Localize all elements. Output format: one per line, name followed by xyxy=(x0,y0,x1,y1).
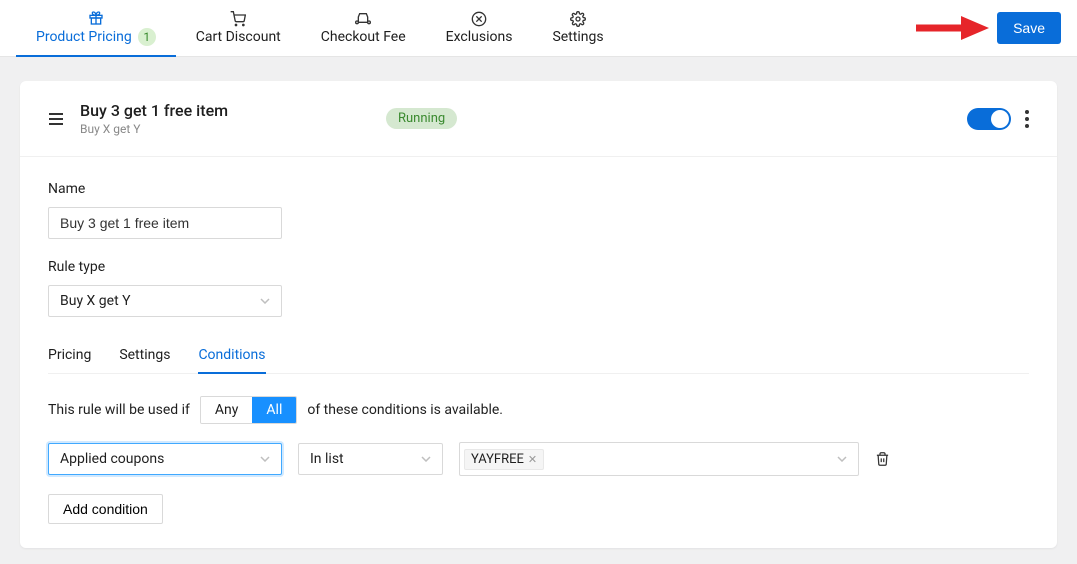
chevron-down-icon xyxy=(260,298,270,304)
add-condition-button[interactable]: Add condition xyxy=(48,494,163,524)
top-navigation: Product Pricing 1 Cart Discount Checkout… xyxy=(0,0,1077,57)
toggle-all[interactable]: All xyxy=(252,397,296,423)
delete-condition-icon[interactable] xyxy=(875,451,890,467)
enable-toggle[interactable] xyxy=(967,108,1011,130)
tab-cart-discount[interactable]: Cart Discount xyxy=(176,0,301,57)
tab-label: Settings xyxy=(552,29,603,45)
more-icon[interactable] xyxy=(1025,110,1029,128)
tab-checkout-fee[interactable]: Checkout Fee xyxy=(301,0,426,57)
tab-settings[interactable]: Settings xyxy=(532,0,623,57)
name-input[interactable] xyxy=(48,207,282,239)
condition-value-select[interactable]: YAYFREE ✕ xyxy=(459,442,859,476)
ruletype-label: Rule type xyxy=(48,259,1029,275)
save-button[interactable]: Save xyxy=(997,12,1061,44)
rule-subtitle: Buy X get Y xyxy=(80,122,370,136)
rule-card-header: Buy 3 get 1 free item Buy X get Y Runnin… xyxy=(20,81,1057,157)
tab-label: Exclusions xyxy=(446,29,513,45)
cancel-icon xyxy=(471,11,487,27)
coupon-tag-label: YAYFREE xyxy=(471,452,524,467)
gift-icon xyxy=(88,10,104,26)
rule-card-body: Name Rule type Buy X get Y Pricing Setti… xyxy=(20,157,1057,548)
tab-product-pricing[interactable]: Product Pricing 1 xyxy=(16,0,176,57)
any-all-toggle: Any All xyxy=(200,396,297,424)
tab-exclusions[interactable]: Exclusions xyxy=(426,0,533,57)
ruletype-select[interactable]: Buy X get Y xyxy=(48,285,282,317)
cart-icon xyxy=(230,11,246,27)
chevron-down-icon xyxy=(421,456,431,462)
remove-tag-icon[interactable]: ✕ xyxy=(528,453,537,466)
condition-field-value: Applied coupons xyxy=(60,451,164,467)
inner-tabs: Pricing Settings Conditions xyxy=(48,337,1029,374)
condition-field-select[interactable]: Applied coupons xyxy=(48,443,282,475)
rule-title-block: Buy 3 get 1 free item Buy X get Y xyxy=(80,101,370,136)
nav-tabs: Product Pricing 1 Cart Discount Checkout… xyxy=(16,0,624,57)
tab-label: Checkout Fee xyxy=(321,29,406,45)
chevron-down-icon xyxy=(260,456,270,462)
chevron-down-icon xyxy=(837,456,847,462)
coupon-tag: YAYFREE ✕ xyxy=(464,449,544,470)
condition-operator-value: In list xyxy=(310,451,344,467)
condition-prefix: This rule will be used if xyxy=(48,402,190,418)
name-label: Name xyxy=(48,181,1029,197)
condition-suffix: of these conditions is available. xyxy=(307,402,503,418)
condition-match-line: This rule will be used if Any All of the… xyxy=(48,396,1029,424)
inner-tab-pricing[interactable]: Pricing xyxy=(48,337,91,373)
condition-operator-select[interactable]: In list xyxy=(298,443,443,475)
tab-badge: 1 xyxy=(138,28,156,46)
inner-tab-conditions[interactable]: Conditions xyxy=(198,337,265,373)
tab-label: Cart Discount xyxy=(196,29,281,45)
drag-handle-icon[interactable] xyxy=(48,112,64,126)
ruletype-value: Buy X get Y xyxy=(60,293,131,309)
car-icon xyxy=(355,11,371,27)
status-badge: Running xyxy=(386,108,457,129)
tab-label: Product Pricing xyxy=(36,29,132,45)
arrow-annotation xyxy=(911,13,991,43)
inner-tab-settings[interactable]: Settings xyxy=(119,337,170,373)
condition-row: Applied coupons In list YAYFREE ✕ xyxy=(48,442,1029,476)
gear-icon xyxy=(570,11,586,27)
toggle-any[interactable]: Any xyxy=(201,397,253,423)
rule-card: Buy 3 get 1 free item Buy X get Y Runnin… xyxy=(20,81,1057,548)
rule-title: Buy 3 get 1 free item xyxy=(80,101,370,120)
